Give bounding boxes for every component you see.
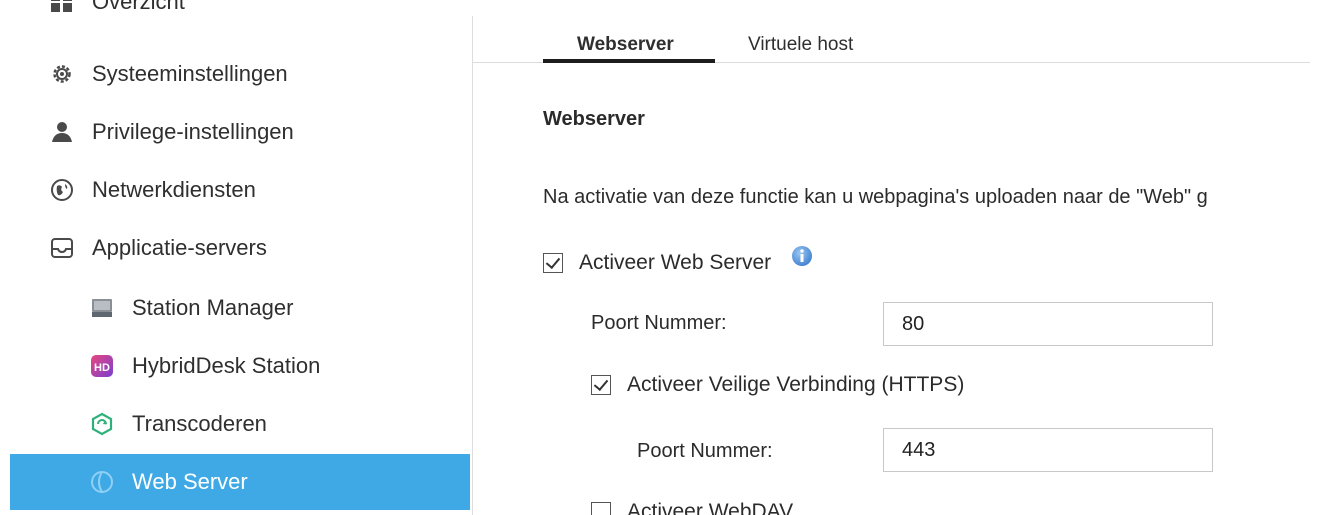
sidebar: Overzicht Systeeminstellingen Privilege-… [0,0,472,515]
sidebar-item-label: Overzicht [92,0,185,14]
tray-icon [50,236,74,260]
main-panel: Webserver Virtuele host Webserver Na act… [473,0,1324,515]
sidebar-item-netwerkdiensten[interactable]: Netwerkdiensten [10,162,470,218]
station-manager-icon [90,296,114,320]
transcode-icon [90,412,114,436]
sidebar-item-overzicht[interactable]: Overzicht [10,0,470,24]
sidebar-item-station-manager[interactable]: Station Manager [10,280,470,336]
tab-bar: Webserver Virtuele host [473,16,1310,63]
sidebar-item-label: Transcoderen [132,411,267,436]
section-description: Na activatie van deze functie kan u webp… [543,186,1208,208]
https-port-input[interactable] [883,428,1213,472]
checkbox-box[interactable] [543,253,563,273]
enable-webdav-label: Activeer WebDAV [627,500,794,515]
section-title: Webserver [543,108,645,130]
enable-https-label: Activeer Veilige Verbinding (HTTPS) [627,373,965,396]
info-icon[interactable] [791,245,813,267]
checkbox-box[interactable] [591,502,611,515]
enable-webdav-checkbox[interactable]: Activeer WebDAV [591,500,793,515]
port-label: Poort Nummer: [591,312,727,334]
checkbox-box[interactable] [591,375,611,395]
tab-active-indicator [543,59,715,63]
sidebar-item-label: Privilege-instellingen [92,119,294,144]
enable-web-server-label: Activeer Web Server [579,251,772,274]
sidebar-item-applicatie-servers[interactable]: Applicatie-servers [10,220,470,276]
sidebar-item-hybriddesk-station[interactable]: HD HybridDesk Station [10,338,470,394]
sidebar-item-systeeminstellingen[interactable]: Systeeminstellingen [10,46,470,102]
tab-virtuele-host[interactable]: Virtuele host [748,34,853,56]
sidebar-item-label: Systeeminstellingen [92,61,288,86]
https-port-label: Poort Nummer: [637,440,773,462]
enable-https-checkbox[interactable]: Activeer Veilige Verbinding (HTTPS) [591,373,964,397]
sidebar-item-label: Station Manager [132,295,294,320]
enable-web-server-checkbox[interactable]: Activeer Web Server [543,246,813,275]
globe-icon [50,178,74,202]
sidebar-item-label: Netwerkdiensten [92,177,256,202]
sidebar-item-label: Web Server [132,469,248,494]
sidebar-item-label: HybridDesk Station [132,353,321,378]
hybriddesk-badge-text: HD [94,362,110,374]
sidebar-item-label: Applicatie-servers [92,235,267,260]
web-server-icon [90,470,114,494]
hybriddesk-icon: HD [90,354,114,378]
tab-webserver[interactable]: Webserver [577,34,674,56]
sidebar-item-transcoderen[interactable]: Transcoderen [10,396,470,452]
web-server-port-input[interactable] [883,302,1213,346]
gear-icon [50,62,74,86]
user-icon [50,120,74,144]
sidebar-item-privilege-instellingen[interactable]: Privilege-instellingen [10,104,470,160]
sidebar-item-web-server[interactable]: Web Server [10,454,470,510]
grid-icon [50,0,74,14]
